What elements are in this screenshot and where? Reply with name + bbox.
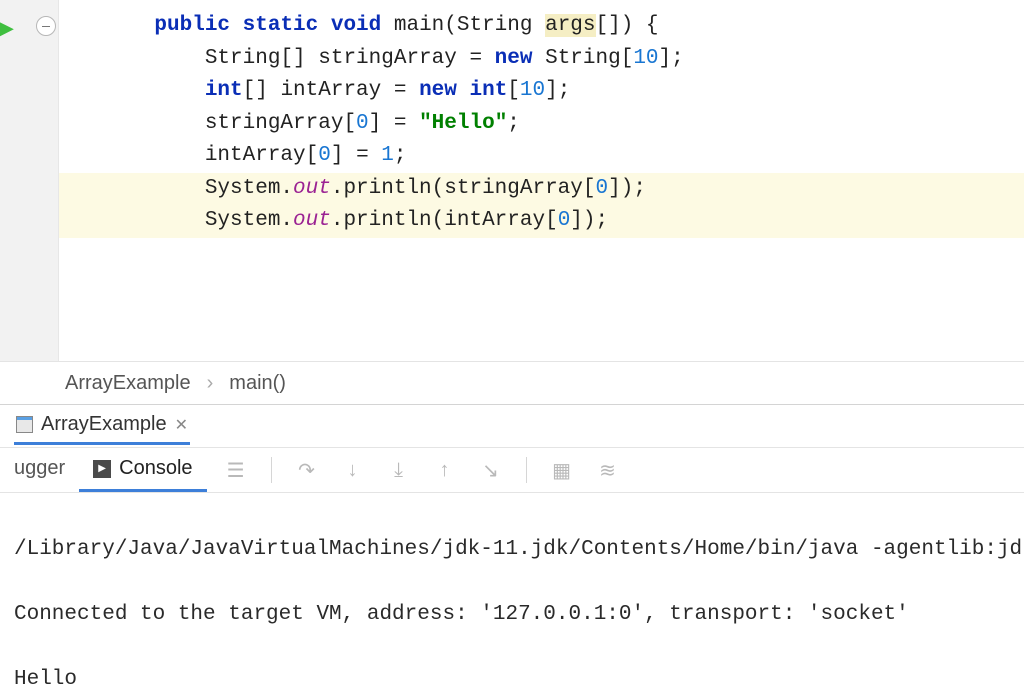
run-config-tabs: ArrayExample ✕ bbox=[0, 404, 1024, 447]
code-line: int[] intArray = new int[10]; bbox=[59, 75, 1024, 108]
code-line: public static void main(String args[]) { bbox=[59, 10, 1024, 43]
code-line: stringArray[0] = "Hello"; bbox=[59, 108, 1024, 141]
code-area[interactable]: public static void main(String args[]) {… bbox=[59, 0, 1024, 361]
code-line: intArray[0] = 1; bbox=[59, 140, 1024, 173]
console-output[interactable]: /Library/Java/JavaVirtualMachines/jdk-11… bbox=[0, 493, 1024, 691]
chevron-right-icon: › bbox=[207, 372, 214, 395]
step-over-icon[interactable]: ↷ bbox=[296, 458, 318, 483]
filter-icon[interactable]: ☰ bbox=[225, 458, 247, 483]
tab-debugger[interactable]: ugger bbox=[0, 448, 79, 492]
code-line: String[] stringArray = new String[10]; bbox=[59, 43, 1024, 76]
run-config-tab[interactable]: ArrayExample ✕ bbox=[14, 407, 190, 445]
console-line: /Library/Java/JavaVirtualMachines/jdk-11… bbox=[14, 534, 1024, 567]
run-config-label: ArrayExample bbox=[41, 413, 167, 436]
code-line: System.out.println(stringArray[0]); bbox=[59, 173, 1024, 206]
editor-gutter: ▶ bbox=[0, 0, 59, 361]
application-icon bbox=[16, 416, 33, 433]
force-step-icon[interactable]: ⤓ bbox=[388, 459, 410, 482]
code-line: System.out.println(intArray[0]); bbox=[59, 205, 1024, 238]
separator bbox=[271, 457, 272, 483]
step-into-icon[interactable]: ↓ bbox=[342, 459, 364, 482]
code-editor[interactable]: ▶ public static void main(String args[])… bbox=[0, 0, 1024, 361]
console-line: Hello bbox=[14, 664, 1024, 691]
step-out-icon[interactable]: ↑ bbox=[434, 459, 456, 482]
tool-window-tabs: ugger ▶ Console ☰ ↷ ↓ ⤓ ↑ ↘ ▦ ≋ bbox=[0, 447, 1024, 493]
fold-icon[interactable] bbox=[36, 16, 56, 36]
play-icon: ▶ bbox=[93, 460, 111, 478]
tab-debugger-label: ugger bbox=[14, 457, 65, 480]
debug-toolbar: ☰ ↷ ↓ ⤓ ↑ ↘ ▦ ≋ bbox=[207, 448, 619, 492]
run-gutter-icon[interactable]: ▶ bbox=[0, 16, 14, 42]
console-line: Connected to the target VM, address: '12… bbox=[14, 599, 1024, 632]
separator bbox=[526, 457, 527, 483]
breadcrumb: ArrayExample › main() bbox=[0, 361, 1024, 404]
tab-console-label: Console bbox=[119, 457, 192, 480]
breadcrumb-class[interactable]: ArrayExample bbox=[65, 372, 191, 395]
run-to-cursor-icon[interactable]: ↘ bbox=[480, 458, 502, 483]
tab-console[interactable]: ▶ Console bbox=[79, 448, 206, 492]
breadcrumb-method[interactable]: main() bbox=[229, 372, 286, 395]
close-icon[interactable]: ✕ bbox=[175, 415, 188, 435]
trace-icon[interactable]: ≋ bbox=[597, 458, 619, 483]
evaluate-icon[interactable]: ▦ bbox=[551, 458, 573, 483]
